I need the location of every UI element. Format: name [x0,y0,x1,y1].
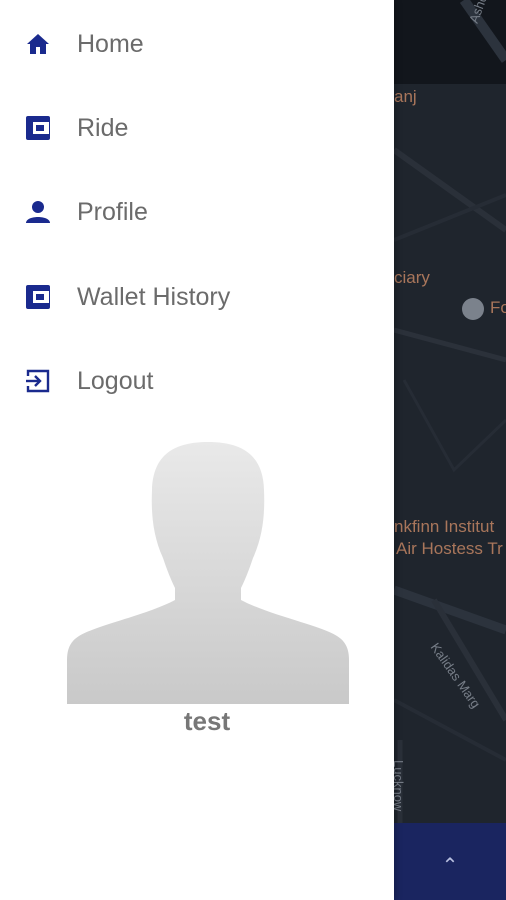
menu-item-label: Wallet History [77,282,231,311]
profile-username: test [183,706,231,736]
menu-item-label: Home [77,29,144,58]
map-pin-icon[interactable] [462,298,484,320]
map-view[interactable] [394,0,506,900]
map-label: nkfinn Institut [394,517,495,536]
wallet-icon [24,114,52,142]
wallet-icon [24,283,52,311]
map-label: Fo [490,298,506,317]
logout-icon [24,367,52,395]
home-icon [24,30,52,58]
avatar [67,442,349,704]
map-label: anj [394,87,417,106]
person-icon [24,198,52,226]
map-label: ciary [394,268,430,287]
chevron-up-icon[interactable]: ⌃ [442,853,459,878]
menu-item-label: Ride [77,113,129,142]
menu-item-home[interactable]: Home [0,2,394,86]
menu-item-ride[interactable]: Ride [0,86,394,170]
bottom-sheet-bar[interactable]: ⌃ [394,823,506,900]
navigation-drawer: Home Ride Profile Wallet History Logout [0,0,394,900]
menu-item-logout[interactable]: Logout [0,339,394,423]
menu-item-label: Profile [77,197,148,226]
menu-item-profile[interactable]: Profile [0,170,394,254]
menu-item-label: Logout [77,366,154,395]
map-label: Air Hostess Tr [396,539,503,558]
menu-item-wallet-history[interactable]: Wallet History [0,255,394,339]
map-roads [394,0,506,823]
